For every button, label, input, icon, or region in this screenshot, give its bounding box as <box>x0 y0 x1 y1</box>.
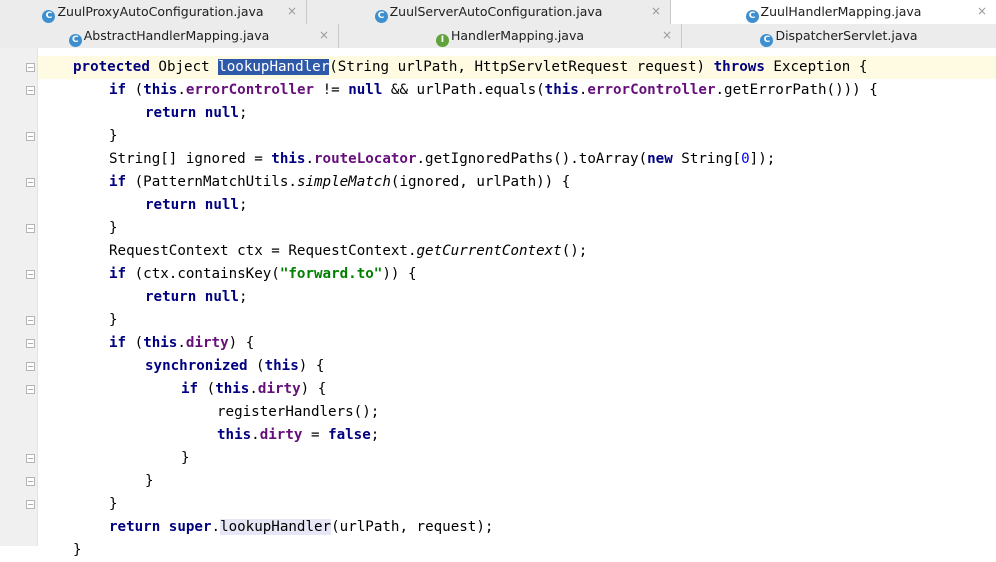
fold-marker[interactable] <box>26 454 35 463</box>
fold-marker[interactable] <box>26 362 35 371</box>
close-icon[interactable]: × <box>662 28 672 42</box>
method-usage-highlight: lookupHandler <box>220 519 332 535</box>
editor-tab-row-top: C ZuulProxyAutoConfiguration.java × C Zuul… <box>0 0 996 24</box>
editor-gutter <box>0 48 38 546</box>
code-line-14: synchronized (this) { <box>145 358 325 374</box>
code-line-22: } <box>73 542 82 558</box>
fold-marker[interactable] <box>26 132 35 141</box>
code-line-6: if (PatternMatchUtils.simpleMatch(ignore… <box>109 174 571 190</box>
fold-marker[interactable] <box>26 477 35 486</box>
code-line-13: if (this.dirty) { <box>109 335 255 351</box>
editor-tab-row-bottom: C AbstractHandlerMapping.java × I HandlerM… <box>0 24 996 48</box>
code-editor[interactable]: protected Object lookupHandler(String ur… <box>0 48 996 558</box>
code-line-18: } <box>181 450 190 466</box>
code-line-21: return super.lookupHandler(urlPath, requ… <box>109 519 494 535</box>
code-line-11: return null; <box>145 289 248 305</box>
close-icon[interactable]: × <box>287 4 297 18</box>
fold-marker[interactable] <box>26 316 35 325</box>
fold-marker[interactable] <box>26 224 35 233</box>
class-icon: C <box>745 10 759 23</box>
class-icon: C <box>760 34 774 47</box>
code-line-16: registerHandlers(); <box>217 404 380 420</box>
fold-marker[interactable] <box>26 339 35 348</box>
class-icon: C <box>68 34 82 47</box>
tab-zuul-handler-mapping[interactable]: C ZuulHandlerMapping.java × <box>671 0 996 24</box>
interface-icon: I <box>435 34 449 47</box>
code-line-3: return null; <box>145 105 248 121</box>
selected-method-name: lookupHandler <box>218 59 330 75</box>
tab-label: ZuulServerAutoConfiguration.java <box>389 4 603 19</box>
code-line-5: String[] ignored = this.routeLocator.get… <box>109 151 776 167</box>
code-line-20: } <box>109 496 118 512</box>
tab-dispatcher-servlet[interactable]: C DispatcherServlet.java <box>682 24 996 48</box>
code-line-15: if (this.dirty) { <box>181 381 327 397</box>
code-line-8: } <box>109 220 118 236</box>
tab-label: ZuulHandlerMapping.java <box>760 4 922 19</box>
code-line-19: } <box>145 473 154 489</box>
tab-abstract-handler-mapping[interactable]: C AbstractHandlerMapping.java × <box>0 24 339 48</box>
code-line-12: } <box>109 312 118 328</box>
code-line-9: RequestContext ctx = RequestContext.getC… <box>109 243 588 259</box>
code-line-10: if (ctx.containsKey("forward.to")) { <box>109 266 417 282</box>
code-line-2: if (this.errorController != null && urlP… <box>109 82 878 98</box>
code-line-1: protected Object lookupHandler(String ur… <box>73 59 868 75</box>
tab-zuul-proxy-auto-configuration[interactable]: C ZuulProxyAutoConfiguration.java × <box>0 0 307 24</box>
tab-label: HandlerMapping.java <box>450 28 585 43</box>
class-icon: C <box>42 10 56 23</box>
code-line-17: this.dirty = false; <box>217 427 380 443</box>
tab-label: AbstractHandlerMapping.java <box>83 28 270 43</box>
fold-marker[interactable] <box>26 178 35 187</box>
fold-marker[interactable] <box>26 270 35 279</box>
tab-label: DispatcherServlet.java <box>775 28 918 43</box>
fold-marker[interactable] <box>26 385 35 394</box>
fold-marker[interactable] <box>26 86 35 95</box>
tab-handler-mapping[interactable]: I HandlerMapping.java × <box>339 24 682 48</box>
code-line-7: return null; <box>145 197 248 213</box>
close-icon[interactable]: × <box>651 4 661 18</box>
code-line-4: } <box>109 128 118 144</box>
tab-zuul-server-auto-configuration[interactable]: C ZuulServerAutoConfiguration.java × <box>307 0 671 24</box>
fold-marker[interactable] <box>26 63 35 72</box>
close-icon[interactable]: × <box>319 28 329 42</box>
close-icon[interactable]: × <box>977 4 987 18</box>
fold-marker[interactable] <box>26 500 35 509</box>
class-icon: C <box>374 10 388 23</box>
tab-label: ZuulProxyAutoConfiguration.java <box>57 4 264 19</box>
